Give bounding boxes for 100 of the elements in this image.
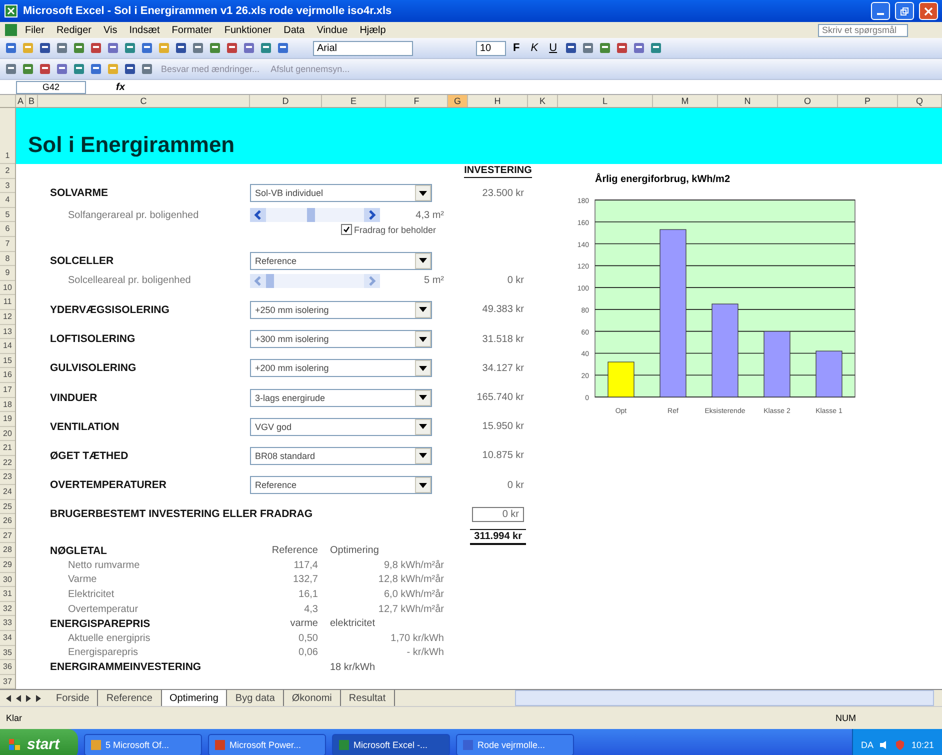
dropdown[interactable]: 3-lags energirude (250, 388, 432, 406)
font-field[interactable]: Arial (313, 40, 413, 56)
caret-icon (419, 453, 427, 458)
column-header[interactable]: O (778, 95, 838, 107)
column-header[interactable]: A (16, 95, 26, 107)
section-label: NØGLETAL (49, 544, 108, 557)
window-title: Microsoft Excel - Sol i Energirammen v1 26.xls rode vejrmolle iso4r.xls (23, 5, 393, 17)
column-header[interactable]: H (468, 95, 528, 107)
column-heading: varme (289, 618, 319, 630)
taskbar-button[interactable]: 5 Microsoft Of... (84, 734, 202, 755)
area-reading: 5 m² (423, 275, 445, 286)
taskbar-button[interactable]: Microsoft Power... (208, 734, 326, 755)
column-header[interactable]: E (322, 95, 386, 107)
column-heading: INVESTERING (464, 164, 532, 178)
close-button[interactable] (919, 2, 938, 20)
optimized-value: 9,8 kWh/m²år (382, 560, 445, 571)
app-icon (338, 738, 350, 751)
section-label: GULVISOLERING (49, 362, 138, 374)
field-label: Solfangerareal pr. boligenhed (67, 210, 200, 221)
format-button[interactable]: F (509, 42, 524, 54)
menu-item[interactable]: Formater (166, 24, 218, 36)
reference-value: 16,1 (298, 589, 319, 600)
taskbar-button[interactable]: Microsoft Excel -... (332, 734, 450, 755)
dropdown[interactable]: +250 mm isolering (250, 300, 432, 319)
menu-item[interactable]: Vis (98, 24, 122, 36)
menu-item[interactable]: Funktioner (219, 24, 277, 36)
dropdown-button[interactable] (415, 331, 431, 348)
section-label: SOLCELLER (49, 254, 115, 267)
function-button[interactable]: fx (116, 82, 125, 92)
dropdown-button[interactable] (415, 390, 431, 406)
dropdown[interactable]: Sol-VB individuel (250, 184, 432, 202)
format-button[interactable]: K (526, 42, 542, 54)
name-box[interactable]: G42 (16, 80, 86, 94)
column-header[interactable]: B (26, 95, 38, 107)
sheet-tab[interactable]: Optimering (162, 690, 228, 706)
column-header[interactable]: L (558, 95, 653, 107)
row-number: 25 (0, 500, 15, 514)
metric-label: Elektricitet (67, 589, 116, 600)
column-heading: Optimering (329, 545, 380, 556)
slider-thumb[interactable] (306, 208, 314, 222)
column-header[interactable]: D (250, 95, 322, 107)
metric-label: Netto rumvarme (67, 560, 141, 571)
dropdown[interactable]: +300 mm isolering (250, 330, 432, 348)
menu-item[interactable]: Hjælp (354, 24, 391, 36)
format-button[interactable]: U (545, 42, 562, 54)
column-header[interactable]: N (718, 95, 778, 107)
taskbar-button[interactable]: Rode vejrmolle... (456, 734, 574, 755)
section-label: VENTILATION (49, 420, 120, 433)
dropdown[interactable]: VGV god (250, 418, 432, 436)
column-heading: elektricitet (329, 618, 376, 630)
section-label: SOLVARME (49, 187, 109, 200)
section-label: VINDUER (49, 392, 98, 404)
reference-value: 132,7 (292, 574, 319, 586)
dropdown-button[interactable] (415, 360, 431, 376)
app-icon (214, 738, 226, 751)
app-icon (462, 738, 474, 751)
help-search-field[interactable]: Skriv et spørgsmål (818, 24, 908, 36)
flag-icon (8, 738, 22, 752)
dropdown[interactable]: Reference (250, 476, 432, 494)
dropdown-button[interactable] (415, 252, 431, 269)
dropdown-button[interactable] (415, 418, 431, 435)
minimize-button[interactable] (871, 2, 890, 20)
row-number: 23 (0, 470, 15, 486)
dropdown-button[interactable] (415, 302, 431, 318)
checkbox[interactable] (340, 224, 352, 236)
status-text: Klar (6, 713, 22, 724)
restore-button[interactable] (895, 2, 914, 20)
column-header[interactable]: P (838, 95, 898, 107)
row-number: 9 (0, 266, 15, 281)
column-header[interactable]: C (38, 95, 250, 107)
column-header[interactable]: G (448, 95, 468, 107)
section-label: ØGET TÆTHED (49, 450, 130, 462)
column-header[interactable]: Q (898, 95, 942, 107)
menu-item[interactable]: Vindue (312, 24, 353, 36)
optimized-value: - kr/kWh (406, 647, 445, 658)
dropdown-button[interactable] (415, 185, 431, 202)
horizontal-scrollbar[interactable] (514, 690, 934, 706)
scroll-slider[interactable] (250, 208, 380, 222)
metric-label: Energisparepris (67, 647, 140, 658)
dropdown[interactable]: Reference (250, 252, 432, 270)
menu-item[interactable]: Indsæt (124, 24, 165, 36)
sheet-title: Sol i Energirammen (27, 132, 236, 159)
dropdown[interactable]: +200 mm isolering (250, 359, 432, 378)
amount-cell: 0 kr (472, 506, 524, 522)
dropdown[interactable]: BR08 standard (250, 446, 432, 465)
menu-item[interactable]: Rediger (51, 24, 96, 36)
amount-cell-text: 15.950 kr (481, 420, 525, 434)
column-header[interactable]: K (528, 95, 558, 107)
column-header[interactable]: M (653, 95, 718, 107)
restore-icon (900, 6, 909, 16)
menu-item[interactable]: Data (278, 24, 310, 36)
amount-cell: 311.994 kr (470, 528, 526, 545)
menu-item[interactable]: Filer (20, 24, 50, 36)
font-size-field[interactable]: 10 (476, 40, 506, 56)
reference-value: 4,3 (303, 604, 319, 615)
section-label: LOFTISOLERING (49, 333, 136, 346)
amount-cell-text: 0 kr (506, 478, 525, 492)
dropdown-button[interactable] (415, 477, 431, 494)
language-indicator[interactable]: DA (860, 740, 874, 750)
dropdown-button[interactable] (415, 448, 431, 464)
